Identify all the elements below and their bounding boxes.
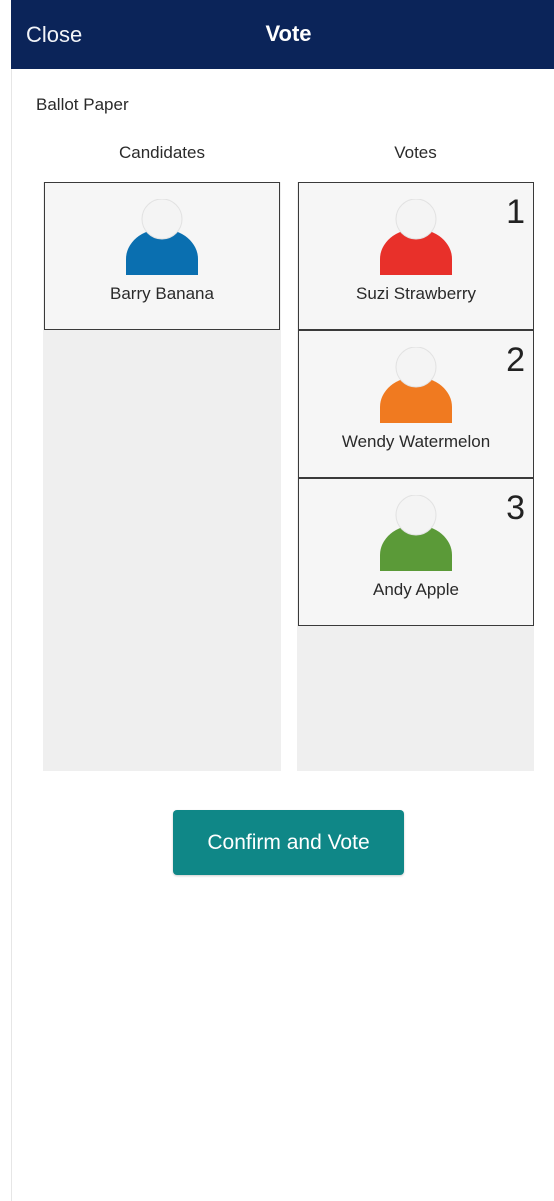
vote-card[interactable]: 2 Wendy Watermelon: [298, 330, 534, 478]
ballot-paper-label: Ballot Paper: [36, 95, 129, 114]
candidate-card[interactable]: Barry Banana: [44, 182, 280, 330]
vote-rank: 3: [506, 489, 525, 527]
avatar-head: [395, 347, 437, 388]
top-bar: Close Vote: [11, 0, 554, 69]
avatar-head: [141, 199, 183, 240]
vote-candidate-name: Andy Apple: [372, 580, 459, 599]
person-icon: [126, 199, 198, 275]
avatar-head: [395, 199, 437, 240]
confirm-and-vote-button[interactable]: Confirm and Vote: [173, 810, 404, 875]
vote-card[interactable]: 1 Suzi Strawberry: [298, 182, 534, 330]
avatar-head: [395, 495, 437, 536]
vote-candidate-name: Wendy Watermelon: [341, 432, 491, 451]
vote-rank: 2: [506, 341, 525, 379]
person-icon: [380, 495, 452, 571]
person-icon: [380, 347, 452, 423]
votes-column-header: Votes: [394, 143, 437, 162]
candidate-name: Barry Banana: [110, 284, 214, 303]
page-title: Vote: [265, 21, 312, 46]
vote-candidate-name: Suzi Strawberry: [356, 284, 476, 303]
person-icon: [380, 199, 452, 275]
candidates-column-header: Candidates: [118, 143, 205, 162]
vote-rank: 1: [506, 193, 525, 231]
vote-card[interactable]: 3 Andy Apple: [298, 478, 534, 626]
